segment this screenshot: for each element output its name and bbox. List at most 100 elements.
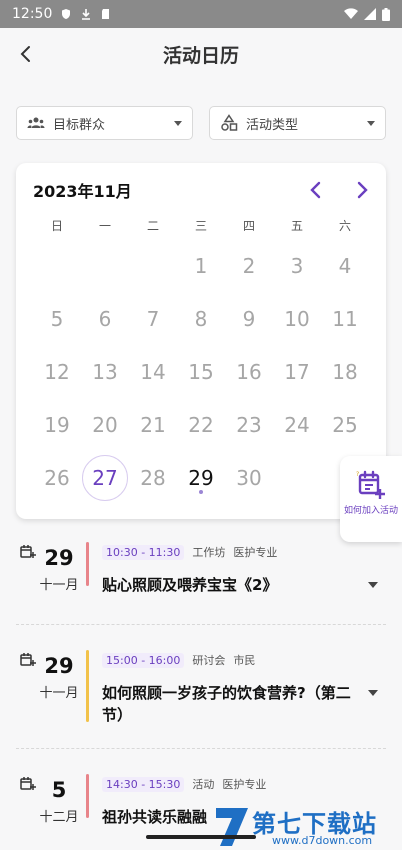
- calendar-day[interactable]: 30: [225, 451, 273, 504]
- calendar-day[interactable]: 4: [321, 239, 369, 292]
- download-icon: [82, 9, 91, 20]
- event-indicator-dot: [199, 490, 203, 494]
- calendar-day[interactable]: 12: [33, 345, 81, 398]
- calendar-month-title: 2023年11月: [33, 182, 132, 201]
- calendar-day[interactable]: 10: [273, 292, 321, 345]
- calendar-day[interactable]: 7: [129, 292, 177, 345]
- wifi-icon: [344, 8, 358, 19]
- calendar-day[interactable]: 24: [273, 398, 321, 451]
- watermark-logo-icon: [216, 808, 248, 846]
- calendar-day[interactable]: 27: [81, 451, 129, 504]
- calendar-day[interactable]: 23: [225, 398, 273, 451]
- calendar-day[interactable]: 16: [225, 345, 273, 398]
- calendar-header: 2023年11月: [33, 177, 374, 203]
- back-button[interactable]: [12, 40, 40, 68]
- calendar-card: 2023年11月 日一二三四五六 1 2 3 4 5 6 7 8 9 10 11 12 13 14 15 16…: [16, 163, 386, 519]
- calendar-day[interactable]: 3: [273, 239, 321, 292]
- gesture-nav-bar[interactable]: [146, 835, 256, 839]
- event-type: 工作坊: [192, 546, 226, 559]
- weekday-row: 日一二三四五六: [33, 217, 369, 234]
- calendar-day-number: 2: [242, 253, 256, 278]
- event-audience: 医护专业: [222, 778, 267, 791]
- calendar-day[interactable]: 28: [129, 451, 177, 504]
- calendar-day-number: 1: [194, 253, 208, 278]
- calendar-add-icon: [20, 777, 36, 790]
- watermark-url: www.d7down.com: [272, 834, 373, 847]
- event-time: 10:30 - 11:30: [102, 544, 185, 560]
- weekday-label: 五: [290, 219, 303, 233]
- event-time: 15:00 - 16:00: [102, 652, 185, 668]
- calendar-day[interactable]: 19: [33, 398, 81, 451]
- event-day: 5: [51, 778, 67, 802]
- calendar-day-number: 23: [236, 412, 262, 437]
- calendar-day[interactable]: 26: [33, 451, 81, 504]
- calendar-day-number: 18: [332, 359, 358, 384]
- calendar-day[interactable]: 13: [81, 345, 129, 398]
- expand-caret-icon[interactable]: [368, 582, 378, 588]
- expand-caret-icon[interactable]: [368, 690, 378, 696]
- event-day: 29: [44, 546, 74, 570]
- previous-month-button[interactable]: [304, 178, 328, 202]
- how-to-join-label: 如何加入活动: [343, 506, 398, 516]
- status-bar: 12:50: [0, 0, 402, 28]
- event-month: 十二月: [39, 810, 79, 825]
- calendar-day[interactable]: 18: [321, 345, 369, 398]
- calendar-day[interactable]: 20: [81, 398, 129, 451]
- calendar-day[interactable]: 25: [321, 398, 369, 451]
- calendar-day[interactable]: 8: [177, 292, 225, 345]
- event-tags: 10:30 - 11:30 工作坊 医护专业: [102, 544, 277, 560]
- shield-icon: [62, 9, 71, 19]
- weekday-label: 一: [98, 219, 111, 233]
- weekday-label: 三: [194, 219, 207, 233]
- calendar-empty-cell: [33, 239, 81, 292]
- calendar-day-number: 29: [188, 465, 214, 490]
- chevron-left-icon: [310, 181, 321, 199]
- event-item[interactable]: 29 十一月 15:00 - 16:00 研讨会 市民 如何照顾一岁孩子的饮食营养?（第二…: [16, 638, 386, 738]
- calendar-day-number: 15: [188, 359, 214, 384]
- calendar-day-number: 3: [290, 253, 304, 278]
- next-month-button[interactable]: [350, 178, 374, 202]
- calendar-day[interactable]: 5: [33, 292, 81, 345]
- event-title: 如何照顾一岁孩子的饮食营养?（第二节）: [102, 684, 351, 724]
- weekday-label: 日: [50, 219, 63, 233]
- event-item[interactable]: 29 十一月 10:30 - 11:30 工作坊 医护专业 贴心照顾及喂养宝宝《2》: [16, 530, 386, 630]
- status-time: 12:50: [12, 6, 53, 22]
- weekday-label: 二: [146, 219, 159, 233]
- calendar-day-number: 28: [140, 465, 166, 490]
- calendar-day[interactable]: 14: [129, 345, 177, 398]
- target-audience-label: 目标群众: [53, 117, 106, 133]
- signal-icon: [364, 8, 376, 20]
- battery-icon: [382, 7, 390, 21]
- calendar-day[interactable]: 2: [225, 239, 273, 292]
- calendar-day[interactable]: 11: [321, 292, 369, 345]
- calendar-day-number: 16: [236, 359, 262, 384]
- calendar-empty-cell: [273, 451, 321, 504]
- event-audience: 市民: [233, 654, 256, 667]
- filter-bar: 目标群众 活动类型: [16, 106, 386, 140]
- event-divider: [16, 748, 386, 749]
- calendar-day-number: 19: [44, 412, 70, 437]
- calendar-empty-cell: [129, 239, 177, 292]
- calendar-day-number: 30: [236, 465, 262, 490]
- calendar-day[interactable]: 21: [129, 398, 177, 451]
- calendar-day[interactable]: 9: [225, 292, 273, 345]
- calendar-day-number: 12: [44, 359, 70, 384]
- calendar-day[interactable]: 6: [81, 292, 129, 345]
- calendar-day[interactable]: 22: [177, 398, 225, 451]
- calendar-day-number: 9: [242, 306, 256, 331]
- target-audience-dropdown[interactable]: 目标群众: [16, 106, 193, 140]
- calendar-day[interactable]: 17: [273, 345, 321, 398]
- activity-type-dropdown[interactable]: 活动类型: [209, 106, 386, 140]
- calendar-day[interactable]: 15: [177, 345, 225, 398]
- selected-day-ring: [82, 454, 128, 501]
- calendar-day-number: 25: [332, 412, 358, 437]
- calendar-day[interactable]: 29: [177, 451, 225, 504]
- calendar-day-number: 10: [284, 306, 310, 331]
- calendar-day-number: 11: [332, 306, 358, 331]
- app-header: 活动日历: [0, 28, 402, 80]
- calendar-day-number: 24: [284, 412, 310, 437]
- svg-text:?: ?: [356, 471, 359, 478]
- calendar-day[interactable]: 1: [177, 239, 225, 292]
- event-month: 十一月: [39, 578, 79, 593]
- calendar-day-number: 4: [338, 253, 352, 278]
